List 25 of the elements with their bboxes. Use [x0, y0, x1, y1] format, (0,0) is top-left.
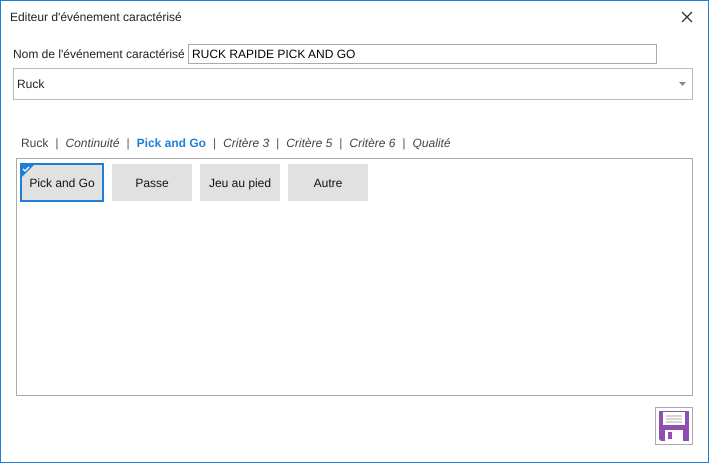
tab-separator: |	[213, 136, 216, 150]
tab-separator: |	[126, 136, 130, 150]
tab[interactable]: Pick and Go	[136, 136, 206, 150]
name-label: Nom de l'événement caractérisé	[13, 47, 186, 61]
tab[interactable]: Critère 6	[349, 136, 396, 150]
option-button[interactable]: Autre	[288, 164, 368, 201]
tab-separator: |	[402, 136, 406, 150]
tab[interactable]: Continuité	[65, 136, 120, 150]
tab-separator: |	[55, 136, 58, 150]
option-button[interactable]: Jeu au pied	[200, 164, 280, 201]
close-icon	[681, 11, 693, 23]
category-dropdown[interactable]: Ruck	[13, 68, 693, 100]
tab-separator: |	[276, 136, 280, 150]
caret-icon	[679, 82, 686, 86]
option-button[interactable]: Passe	[112, 164, 192, 201]
check-corner-icon	[21, 164, 35, 178]
tab[interactable]: Qualité	[412, 136, 451, 150]
tab-separator: |	[339, 136, 342, 150]
name-input-field[interactable]: RUCK RAPIDE PICK AND GO	[188, 44, 657, 64]
tab[interactable]: Ruck	[21, 136, 48, 150]
save-button[interactable]	[655, 407, 693, 445]
option-button[interactable]: Pick and Go	[20, 163, 104, 202]
tab[interactable]: Critère 3	[223, 136, 270, 150]
window-title: Editeur d'événement caractérisé	[10, 10, 182, 24]
tab[interactable]: Critère 5	[286, 136, 332, 150]
